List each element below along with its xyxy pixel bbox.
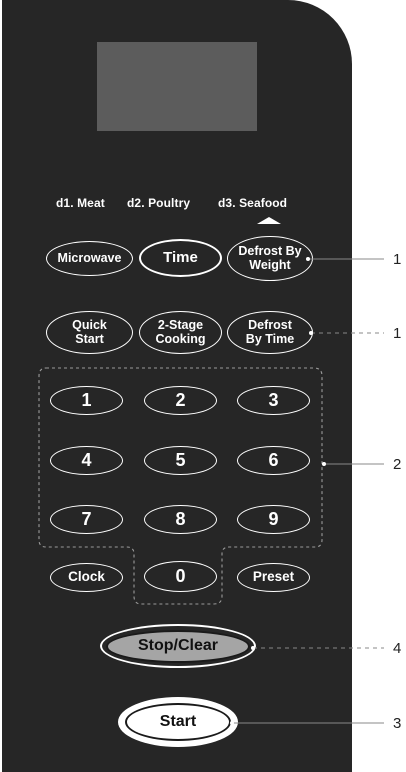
- number-3-button[interactable]: 3: [237, 386, 310, 415]
- callout-number-1b: 1: [393, 325, 402, 342]
- number-0-button[interactable]: 0: [144, 561, 217, 592]
- defrost-label-meat: d1. Meat: [56, 196, 105, 210]
- number-7-button[interactable]: 7: [50, 505, 123, 534]
- callout-number-4: 4: [393, 640, 402, 657]
- defrost-by-time-button[interactable]: Defrost By Time: [227, 311, 313, 354]
- callout-number-3: 3: [393, 715, 402, 732]
- defrost-by-weight-button[interactable]: Defrost By Weight: [227, 236, 313, 281]
- up-arrow-icon: [257, 217, 281, 224]
- preset-button[interactable]: Preset: [237, 563, 310, 592]
- clock-button[interactable]: Clock: [50, 563, 123, 592]
- number-4-button[interactable]: 4: [50, 446, 123, 475]
- callout-number-1: 1: [393, 251, 402, 268]
- defrost-label-seafood: d3. Seafood: [218, 196, 288, 210]
- control-panel: d1. Meat d2. Poultry d3. Seafood Microwa…: [2, 0, 352, 772]
- number-6-button[interactable]: 6: [237, 446, 310, 475]
- number-1-button[interactable]: 1: [50, 386, 123, 415]
- time-button[interactable]: Time: [139, 239, 222, 277]
- display-window: [97, 42, 257, 131]
- stop-clear-label: Stop/Clear: [106, 629, 250, 663]
- number-2-button[interactable]: 2: [144, 386, 217, 415]
- start-button[interactable]: Start: [118, 697, 238, 747]
- defrost-label-poultry: d2. Poultry: [127, 196, 191, 210]
- quick-start-button[interactable]: Quick Start: [46, 311, 133, 354]
- stop-clear-button[interactable]: Stop/Clear: [100, 624, 256, 668]
- number-5-button[interactable]: 5: [144, 446, 217, 475]
- callout-number-2: 2: [393, 456, 402, 473]
- number-9-button[interactable]: 9: [237, 505, 310, 534]
- microwave-button[interactable]: Microwave: [46, 241, 133, 276]
- start-label: Start: [125, 703, 231, 741]
- two-stage-cooking-button[interactable]: 2-Stage Cooking: [139, 311, 222, 354]
- number-8-button[interactable]: 8: [144, 505, 217, 534]
